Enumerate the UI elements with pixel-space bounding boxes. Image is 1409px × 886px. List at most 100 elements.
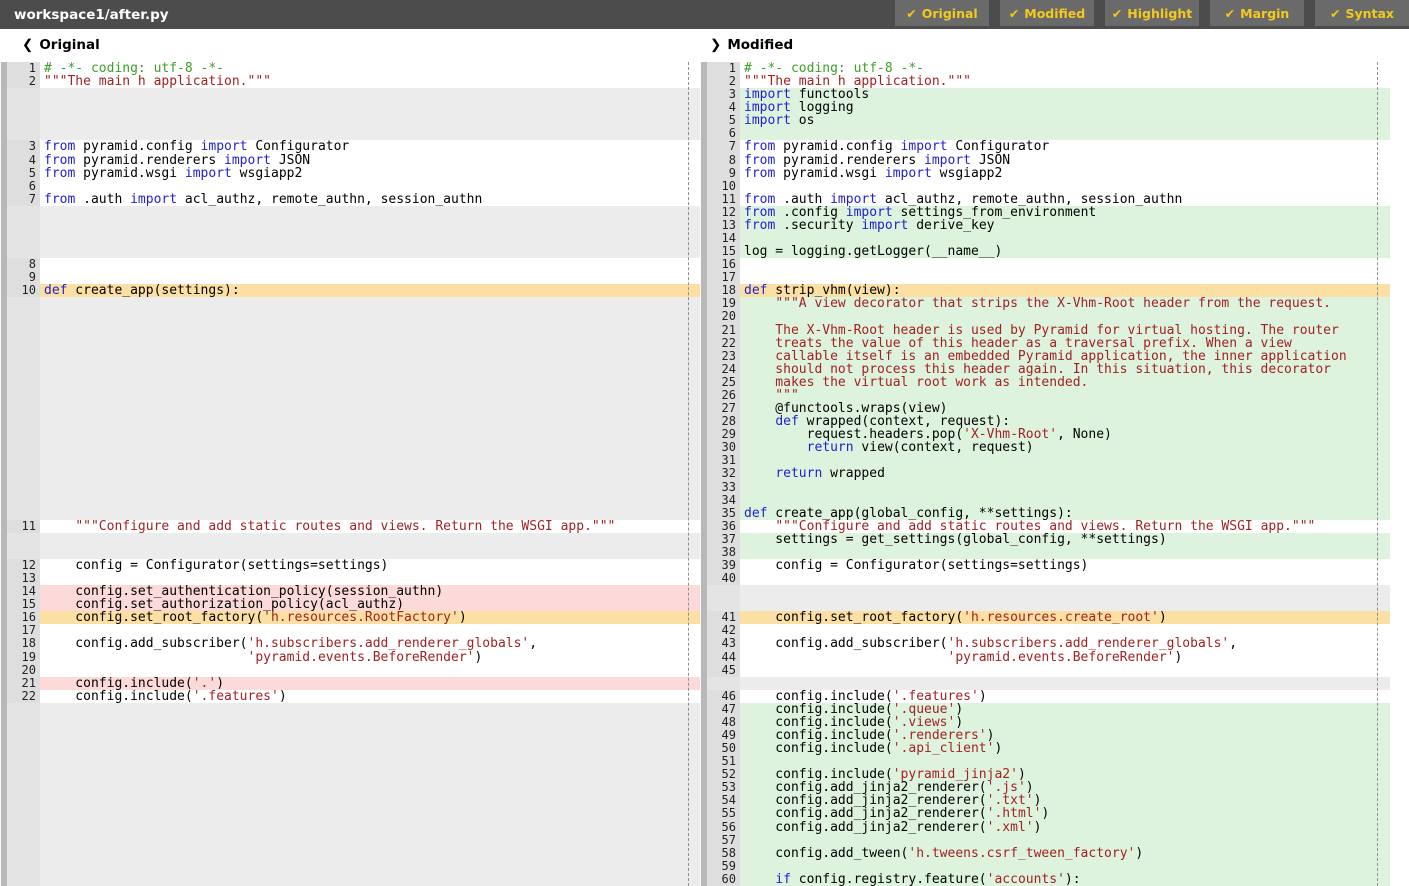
code-line[interactable]: 7from pyramid.config import Configurator: [700, 140, 1390, 153]
code-line[interactable]: 22 treats the value of this header as a …: [700, 337, 1390, 350]
code-line[interactable]: 19 'pyramid.events.BeforeRender'): [0, 651, 700, 664]
code-line[interactable]: 30 return view(context, request): [700, 441, 1390, 454]
code-line[interactable]: 40: [700, 572, 1390, 585]
code-line[interactable]: 15 config.set_authorization_policy(acl_a…: [0, 598, 700, 611]
code-line[interactable]: 20: [0, 664, 700, 677]
code-line[interactable]: 5import os: [700, 114, 1390, 127]
toolbar-button-highlight[interactable]: ✔Highlight: [1105, 0, 1199, 26]
code-line[interactable]: 43 config.add_subscriber('h.subscribers.…: [700, 637, 1390, 650]
code-line[interactable]: 2"""The main h application.""": [700, 75, 1390, 88]
code-line[interactable]: 47 config.include('.queue'): [700, 703, 1390, 716]
code-line[interactable]: 16: [700, 258, 1390, 271]
code-line[interactable]: 12from .config import settings_from_envi…: [700, 206, 1390, 219]
toolbar-button-margin[interactable]: ✔Margin: [1210, 0, 1304, 26]
code-line[interactable]: 31: [700, 454, 1390, 467]
code-line[interactable]: 50 config.include('.api_client'): [700, 742, 1390, 755]
code-line[interactable]: 15log = logging.getLogger(__name__): [700, 245, 1390, 258]
code-line[interactable]: 8: [0, 258, 700, 271]
code-line[interactable]: 18def strip_vhm(view):: [700, 284, 1390, 297]
code-line[interactable]: 46 config.include('.features'): [700, 690, 1390, 703]
code-line[interactable]: 45: [700, 664, 1390, 677]
code-line[interactable]: 14 config.set_authentication_policy(sess…: [0, 585, 700, 598]
code-line[interactable]: 23 callable itself is an embedded Pyrami…: [700, 350, 1390, 363]
code-line[interactable]: 4from pyramid.renderers import JSON: [0, 154, 700, 167]
code-line[interactable]: 16 config.set_root_factory('h.resources.…: [0, 611, 700, 624]
code-line[interactable]: 55 config.add_jinja2_renderer('.html'): [700, 807, 1390, 820]
code-line[interactable]: 3import functools: [700, 88, 1390, 101]
toolbar-button-modified[interactable]: ✔Modified: [1000, 0, 1094, 26]
code-line[interactable]: 38: [700, 546, 1390, 559]
code-line[interactable]: 17: [700, 271, 1390, 284]
code-line[interactable]: 54 config.add_jinja2_renderer('.txt'): [700, 794, 1390, 807]
code-line[interactable]: 7from .auth import acl_authz, remote_aut…: [0, 193, 700, 206]
code-line[interactable]: 10: [700, 180, 1390, 193]
code-line[interactable]: 4import logging: [700, 101, 1390, 114]
code-segment: wrapped(context, request):: [799, 415, 1010, 428]
code-line[interactable]: 21 config.include('.'): [0, 677, 700, 690]
gap-row: [0, 350, 700, 363]
code-line[interactable]: 53 config.add_jinja2_renderer('.js'): [700, 781, 1390, 794]
code-line[interactable]: 48 config.include('.views'): [700, 716, 1390, 729]
line-number: [0, 114, 40, 127]
code-line[interactable]: 26 """: [700, 389, 1390, 402]
code-line[interactable]: 21 The X-Vhm-Root header is used by Pyra…: [700, 324, 1390, 337]
code-line[interactable]: 19 """A view decorator that strips the X…: [700, 297, 1390, 310]
code-line[interactable]: 22 config.include('.features'): [0, 690, 700, 703]
code-line[interactable]: 17: [0, 624, 700, 637]
code-line[interactable]: 27 @functools.wraps(view): [700, 402, 1390, 415]
code-segment: ): [1026, 781, 1034, 794]
code-line[interactable]: 12 config = Configurator(settings=settin…: [0, 559, 700, 572]
code-segment: from: [44, 140, 75, 153]
code-line[interactable]: 18 config.add_subscriber('h.subscribers.…: [0, 637, 700, 650]
code-line[interactable]: 8from pyramid.renderers import JSON: [700, 154, 1390, 167]
code-line[interactable]: 14: [700, 232, 1390, 245]
code-line[interactable]: 56 config.add_jinja2_renderer('.xml'): [700, 821, 1390, 834]
code-line[interactable]: 11from .auth import acl_authz, remote_au…: [700, 193, 1390, 206]
code-line[interactable]: 57: [700, 834, 1390, 847]
code-line[interactable]: 11 """Configure and add static routes an…: [0, 520, 700, 533]
code-line[interactable]: 6: [0, 180, 700, 193]
code-line[interactable]: 13from .security import derive_key: [700, 219, 1390, 232]
code-line[interactable]: 20: [700, 310, 1390, 323]
toolbar-button-syntax[interactable]: ✔Syntax: [1315, 0, 1409, 26]
code-text: def wrapped(context, request):: [740, 415, 1390, 428]
code-line[interactable]: 13: [0, 572, 700, 585]
code-line[interactable]: 44 'pyramid.events.BeforeRender'): [700, 651, 1390, 664]
code-line[interactable]: 10def create_app(settings):: [0, 284, 700, 297]
code-line[interactable]: 42: [700, 624, 1390, 637]
line-number: 37: [700, 533, 740, 546]
pane-modified[interactable]: 1# -*- coding: utf-8 -*-2"""The main h a…: [700, 62, 1390, 886]
code-line[interactable]: 9: [0, 271, 700, 284]
code-line[interactable]: 5from pyramid.wsgi import wsgiapp2: [0, 167, 700, 180]
code-line[interactable]: 36 """Configure and add static routes an…: [700, 520, 1390, 533]
code-line[interactable]: 9from pyramid.wsgi import wsgiapp2: [700, 167, 1390, 180]
code-line[interactable]: 37 settings = get_settings(global_config…: [700, 533, 1390, 546]
code-line[interactable]: 58 config.add_tween('h.tweens.csrf_tween…: [700, 847, 1390, 860]
code-line[interactable]: 52 config.include('pyramid_jinja2'): [700, 768, 1390, 781]
pane-original[interactable]: 1# -*- coding: utf-8 -*-2"""The main h a…: [0, 62, 700, 886]
toolbar-button-original[interactable]: ✔Original: [895, 0, 989, 26]
code-line[interactable]: 59: [700, 860, 1390, 873]
code-line[interactable]: 6: [700, 127, 1390, 140]
code-line[interactable]: 41 config.set_root_factory('h.resources.…: [700, 611, 1390, 624]
code-line[interactable]: 25 makes the virtual root work as intend…: [700, 376, 1390, 389]
code-segment: log = logging.getLogger(__name__): [744, 245, 1002, 258]
code-line[interactable]: 33: [700, 481, 1390, 494]
code-segment: .config: [775, 206, 845, 219]
code-line[interactable]: 1# -*- coding: utf-8 -*-: [700, 62, 1390, 75]
code-line[interactable]: 3from pyramid.config import Configurator: [0, 140, 700, 153]
code-line[interactable]: 60 if config.registry.feature('accounts'…: [700, 873, 1390, 886]
code-text: if config.registry.feature('accounts'):: [740, 873, 1390, 886]
code-line[interactable]: 24 should not process this header again.…: [700, 363, 1390, 376]
code-line[interactable]: 35def create_app(global_config, **settin…: [700, 507, 1390, 520]
code-line[interactable]: 49 config.include('.renderers'): [700, 729, 1390, 742]
code-line[interactable]: 32 return wrapped: [700, 467, 1390, 480]
code-segment: makes the virtual root work as intended.: [744, 376, 1088, 389]
code-line[interactable]: 51: [700, 755, 1390, 768]
code-line[interactable]: 28 def wrapped(context, request):: [700, 415, 1390, 428]
code-line[interactable]: 1# -*- coding: utf-8 -*-: [0, 62, 700, 75]
code-line[interactable]: 29 request.headers.pop('X-Vhm-Root', Non…: [700, 428, 1390, 441]
code-line[interactable]: 2"""The main h application.""": [0, 75, 700, 88]
code-line[interactable]: 39 config = Configurator(settings=settin…: [700, 559, 1390, 572]
code-line[interactable]: 34: [700, 494, 1390, 507]
